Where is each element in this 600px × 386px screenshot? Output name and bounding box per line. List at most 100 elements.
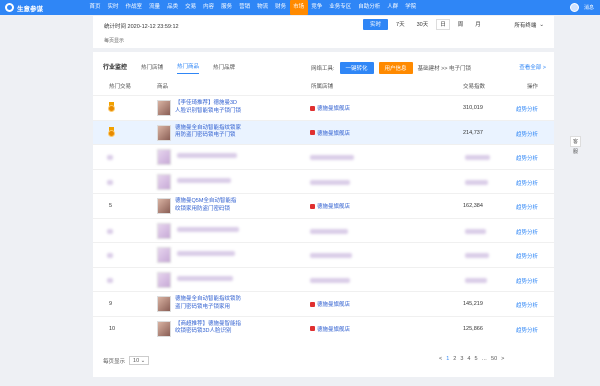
- side-service-button[interactable]: 客服: [570, 136, 581, 155]
- shop-link[interactable]: 德施曼旗舰店: [310, 300, 350, 308]
- trend-analysis-link[interactable]: 趋势分析: [516, 130, 538, 138]
- nav-item[interactable]: 物流: [254, 0, 272, 15]
- chevron-down-icon: ⌄: [539, 22, 544, 28]
- per-page-select[interactable]: 10 ⌄: [129, 356, 150, 365]
- time-range-button[interactable]: 7天: [392, 19, 409, 30]
- nav-item[interactable]: 营销: [236, 0, 254, 15]
- time-range-button[interactable]: 日: [436, 19, 450, 30]
- product-thumbnail[interactable]: [157, 124, 171, 141]
- table-row[interactable]: 趋势分析: [93, 168, 554, 194]
- product-thumbnail[interactable]: [157, 198, 171, 214]
- trend-analysis-link[interactable]: 趋势分析: [516, 277, 538, 285]
- table-body: 【李佳琦推荐】德施曼3D人脸识别智能锁电子锁门锁 德施曼旗舰店 310,019 趋势分…: [93, 95, 554, 340]
- nav-item[interactable]: 人群: [384, 0, 402, 15]
- tab[interactable]: 热门商品: [177, 62, 200, 74]
- product-thumbnail[interactable]: [157, 296, 171, 312]
- tab[interactable]: 热门店铺: [141, 63, 163, 74]
- nav-item[interactable]: 交易: [182, 0, 200, 15]
- category-breadcrumb[interactable]: 基础建材 >> 电子门锁: [418, 64, 471, 72]
- nav-item[interactable]: 市场: [289, 0, 308, 15]
- terminal-select[interactable]: 所有终端 ⌄: [514, 21, 544, 29]
- prev-page-button[interactable]: <: [439, 356, 442, 362]
- trend-analysis-link[interactable]: 趋势分析: [516, 228, 538, 236]
- page-number[interactable]: 3: [460, 356, 463, 362]
- nav-item[interactable]: 实时: [104, 0, 122, 15]
- nav-item[interactable]: 学院: [402, 0, 420, 15]
- product-name[interactable]: 德施曼Q5M全自动智能指纹锁家用防盗门密码锁: [175, 198, 241, 213]
- nav-item[interactable]: 财务: [272, 0, 290, 15]
- page-number[interactable]: 50: [491, 356, 497, 362]
- blurred-rank: [107, 155, 113, 160]
- product-thumbnail[interactable]: [157, 173, 171, 190]
- nav-item[interactable]: 服务: [218, 0, 236, 15]
- trend-analysis-link[interactable]: 趋势分析: [516, 326, 538, 334]
- time-range-button[interactable]: 月: [471, 19, 485, 30]
- avatar[interactable]: [569, 3, 579, 12]
- product-thumbnail[interactable]: [157, 271, 171, 288]
- next-page-button[interactable]: >: [501, 356, 504, 362]
- nav-item[interactable]: 自助分析: [355, 0, 384, 15]
- tab[interactable]: 热门品牌: [213, 63, 235, 74]
- trend-analysis-link[interactable]: 趋势分析: [516, 105, 538, 113]
- blurred-index: [465, 179, 488, 185]
- user-info-button[interactable]: 用户信息: [378, 62, 413, 74]
- product-name[interactable]: 【李佳琦推荐】德施曼3D人脸识别智能锁电子锁门锁: [175, 100, 241, 115]
- shop-link[interactable]: 德施曼旗舰店: [310, 129, 350, 137]
- table-row[interactable]: 趋势分析: [93, 242, 554, 267]
- table-row[interactable]: 趋势分析: [93, 144, 554, 169]
- nav-item[interactable]: 业务专区: [326, 0, 355, 15]
- brand-logo[interactable]: 生意参谋: [0, 3, 86, 13]
- blurred-shop: [310, 179, 350, 185]
- product-thumbnail[interactable]: [157, 320, 171, 337]
- tmall-icon: [310, 301, 315, 307]
- see-all-link[interactable]: 查看全部 >: [519, 63, 546, 71]
- table-row[interactable]: 5 德施曼Q5M全自动智能指纹锁家用防盗门密码锁 德施曼旗舰店 162,384 趋势分析: [93, 193, 554, 218]
- messages-link[interactable]: 消息: [584, 4, 594, 11]
- trend-analysis-link[interactable]: 趋势分析: [516, 154, 538, 162]
- trend-analysis-link[interactable]: 趋势分析: [516, 252, 538, 260]
- nav-item[interactable]: 流量: [146, 0, 164, 15]
- product-thumbnail[interactable]: [157, 247, 171, 263]
- table-row[interactable]: 趋势分析: [93, 266, 554, 292]
- trend-analysis-link[interactable]: 趋势分析: [516, 301, 538, 309]
- table-row[interactable]: 9 德施曼全自动智能指纹锁防盗门密码锁电子锁家用 德施曼旗舰店 145,219 趋势分析: [93, 291, 554, 316]
- product-name[interactable]: 德施曼全自动智能指纹锁防盗门密码锁电子锁家用: [175, 296, 241, 311]
- product-thumbnail[interactable]: [157, 222, 171, 239]
- blurred-rank: [107, 179, 113, 185]
- time-range-button[interactable]: 实时: [363, 19, 389, 30]
- page-number[interactable]: 4: [467, 356, 470, 362]
- shop-link[interactable]: 德施曼旗舰店: [310, 202, 350, 210]
- col-index[interactable]: 交易指数: [463, 82, 485, 90]
- nav-item[interactable]: 作战室: [122, 0, 146, 15]
- time-range-button[interactable]: 30天: [413, 19, 433, 30]
- page-number[interactable]: 1: [446, 356, 449, 362]
- product-thumbnail[interactable]: [157, 100, 171, 116]
- nav-item[interactable]: 竞争: [308, 0, 326, 15]
- time-range-button[interactable]: 周: [454, 19, 468, 30]
- product-thumbnail[interactable]: [157, 149, 171, 165]
- table-row[interactable]: 趋势分析: [93, 217, 554, 243]
- table-row[interactable]: 德施曼全自动智能指纹锁家用防盗门密码锁电子门锁 德施曼旗舰店 214,737 趋势分析: [93, 119, 554, 144]
- product-name[interactable]: 德施曼全自动智能指纹锁家用防盗门密码锁电子门锁: [175, 125, 241, 140]
- trend-analysis-link[interactable]: 趋势分析: [516, 179, 538, 187]
- page-number[interactable]: 5: [474, 356, 477, 362]
- table-row[interactable]: 10 【商超推荐】德施曼智能指纹锁密码锁3D人脸识别 德施曼旗舰店 125,866 趋势…: [93, 315, 554, 341]
- shop-link[interactable]: 德施曼旗舰店: [310, 325, 350, 333]
- blurred-shop: [310, 253, 352, 258]
- page-number[interactable]: 2: [453, 356, 456, 362]
- blurred-product-name: [177, 251, 235, 256]
- nav-item[interactable]: 内容: [200, 0, 218, 15]
- convert-button[interactable]: 一键转化: [339, 62, 374, 74]
- table-row[interactable]: 【李佳琦推荐】德施曼3D人脸识别智能锁电子锁门锁 德施曼旗舰店 310,019 趋势分…: [93, 95, 554, 120]
- shop-link[interactable]: 德施曼旗舰店: [310, 104, 350, 112]
- rank-number: 5: [109, 203, 113, 209]
- product-name[interactable]: 【商超推荐】德施曼智能指纹锁密码锁3D人脸识别: [175, 321, 241, 336]
- blurred-product-name: [177, 177, 231, 183]
- trend-analysis-link[interactable]: 趋势分析: [516, 203, 538, 211]
- blurred-product-name: [177, 153, 237, 158]
- nav-right: 消息: [569, 3, 594, 12]
- toolbar: 网络工具: 一键转化 用户信息 基础建材 >> 电子门锁: [311, 62, 471, 74]
- nav-item[interactable]: 首页: [86, 0, 104, 15]
- brand-icon: [5, 3, 14, 12]
- nav-item[interactable]: 品类: [164, 0, 182, 15]
